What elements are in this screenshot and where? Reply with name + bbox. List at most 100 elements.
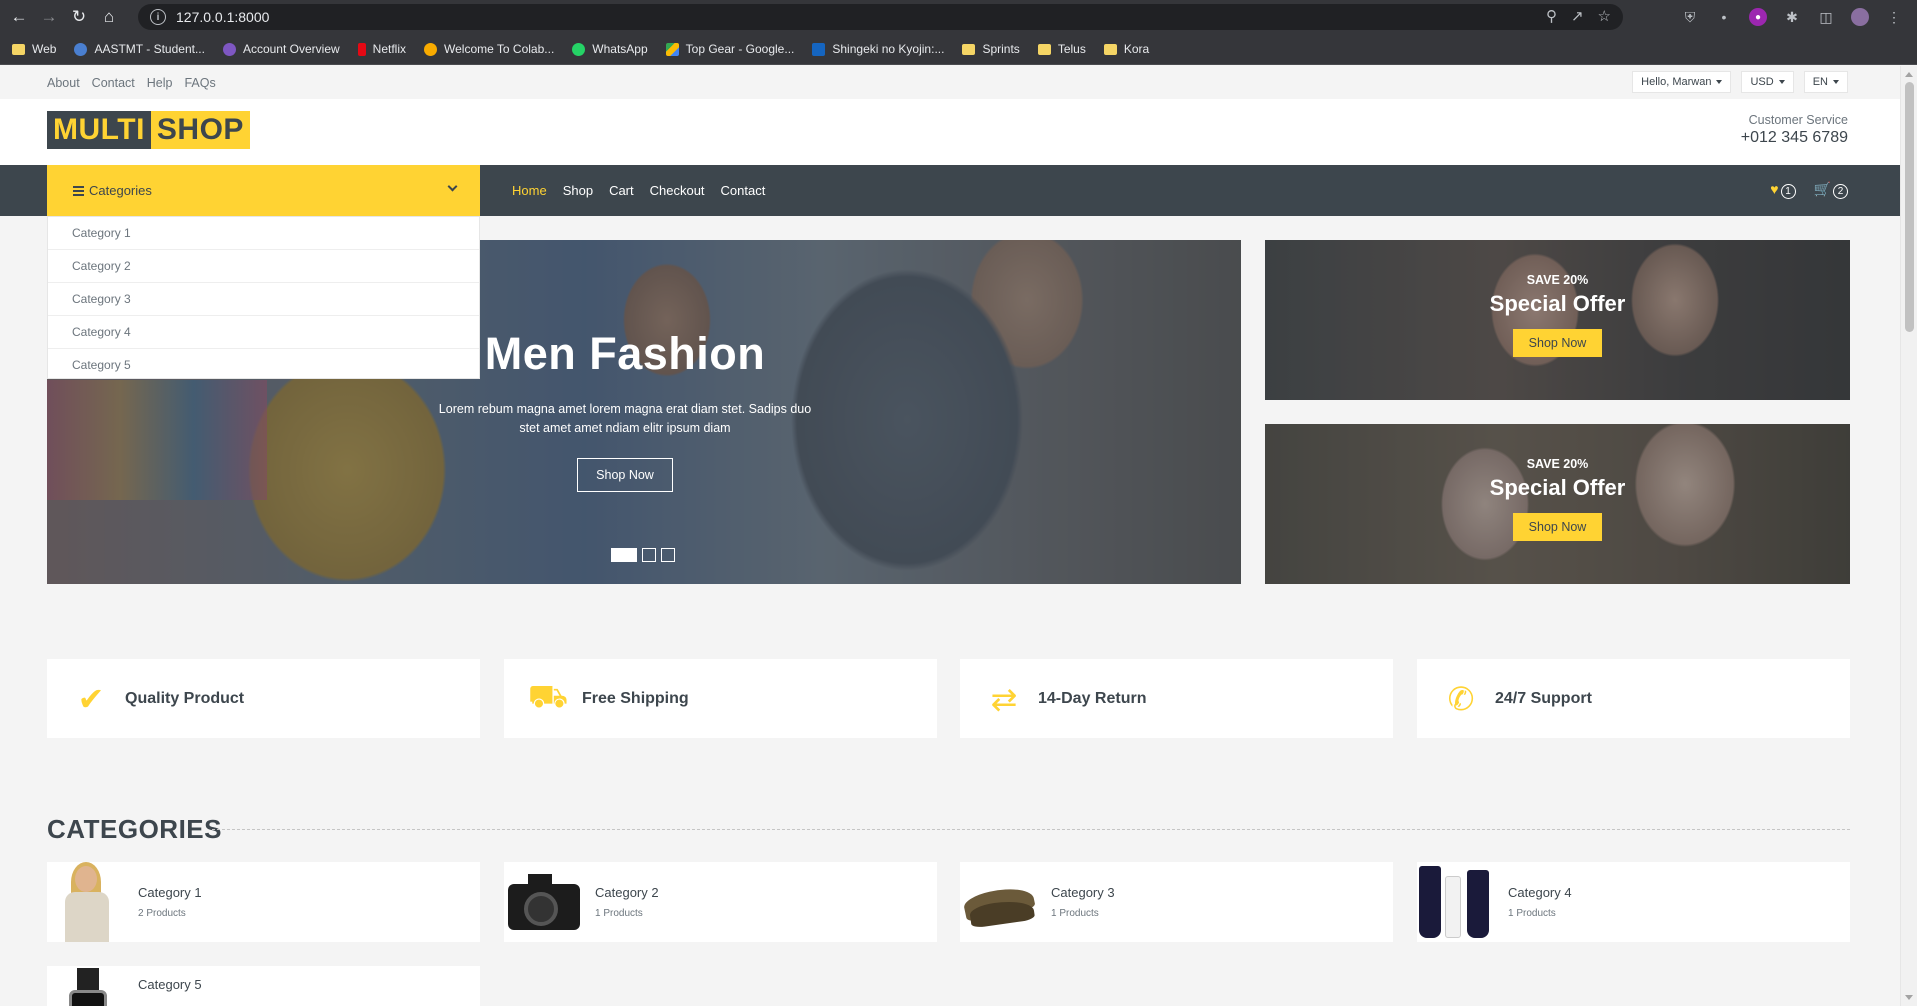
nav-link-checkout[interactable]: Checkout bbox=[650, 183, 705, 198]
page-viewport: About Contact Help FAQs Hello, Marwan US… bbox=[0, 66, 1900, 1006]
category-card[interactable]: Category 3 1 Products bbox=[960, 862, 1393, 942]
dropdown-category-item[interactable]: Category 5 bbox=[48, 349, 479, 382]
category-card[interactable]: Category 5 bbox=[47, 966, 480, 1006]
heart-icon: ♥ bbox=[1770, 181, 1779, 197]
nav-link-shop[interactable]: Shop bbox=[563, 183, 593, 198]
site-header: MULTI SHOP Customer Service +012 345 6789 bbox=[0, 99, 1900, 165]
category-thumbnail bbox=[47, 966, 127, 1006]
forward-arrow-icon[interactable]: → bbox=[34, 2, 64, 32]
bookmark-item[interactable]: WhatsApp bbox=[572, 42, 648, 56]
shopping-cart-icon: 🛒 bbox=[1813, 181, 1831, 197]
netflix-icon bbox=[357, 42, 366, 56]
nav-link-cart[interactable]: Cart bbox=[609, 183, 634, 198]
address-bar[interactable]: i 127.0.0.1:8000 ⚲ ↗ ☆ bbox=[138, 4, 1623, 30]
offer-discount: SAVE 20% bbox=[1526, 457, 1589, 471]
carousel-indicator[interactable] bbox=[661, 548, 675, 562]
top-link-faqs[interactable]: FAQs bbox=[184, 76, 215, 90]
top-link-contact[interactable]: Contact bbox=[92, 76, 135, 90]
category-product-count: 2 Products bbox=[138, 908, 186, 919]
zoom-icon[interactable]: ⚲ bbox=[1546, 7, 1557, 25]
feature-card: ⛟ Free Shipping bbox=[504, 659, 937, 738]
bookmark-item[interactable]: Sprints bbox=[962, 42, 1020, 56]
scroll-down-arrow-icon[interactable] bbox=[1905, 995, 1913, 1000]
category-name: Category 3 bbox=[1051, 885, 1115, 900]
category-thumbnail bbox=[1417, 862, 1497, 942]
category-name: Category 1 bbox=[138, 885, 202, 900]
carousel-indicator[interactable] bbox=[642, 548, 656, 562]
category-product-count: 1 Products bbox=[595, 908, 643, 919]
categories-dropdown-menu: Category 1 Category 2 Category 3 Categor… bbox=[47, 216, 480, 379]
offer-title: Special Offer bbox=[1489, 475, 1626, 500]
bookmark-item[interactable]: Account Overview bbox=[222, 42, 340, 56]
bookmark-item[interactable]: Welcome To Colab... bbox=[424, 42, 554, 56]
caret-down-icon bbox=[1778, 80, 1785, 84]
wishlist-button[interactable]: ♥ 1 bbox=[1770, 181, 1796, 199]
bookmark-star-icon[interactable]: ☆ bbox=[1598, 7, 1611, 25]
category-thumbnail bbox=[960, 862, 1040, 942]
shield-extension-icon[interactable]: ⛨ bbox=[1681, 8, 1699, 26]
bookmark-item[interactable]: Shingeki no Kyojin:... bbox=[812, 42, 944, 56]
dropdown-category-item[interactable]: Category 4 bbox=[48, 316, 479, 349]
category-thumbnail bbox=[504, 862, 584, 942]
customer-service: Customer Service +012 345 6789 bbox=[1740, 113, 1848, 146]
category-card[interactable]: Category 1 2 Products bbox=[47, 862, 480, 942]
browser-toolbar: ← → ↻ ⌂ i 127.0.0.1:8000 ⚲ ↗ ☆ ⛨ • ● ✱ ◫… bbox=[0, 0, 1917, 34]
dropdown-category-item[interactable]: Category 1 bbox=[48, 217, 479, 250]
hero-shop-now-button[interactable]: Shop Now bbox=[577, 458, 673, 492]
section-divider bbox=[212, 829, 1850, 830]
folder-icon bbox=[1037, 43, 1051, 55]
cart-button[interactable]: 🛒 2 bbox=[1814, 181, 1848, 199]
site-favicon-icon bbox=[222, 42, 236, 56]
bookmark-item[interactable]: Kora bbox=[1103, 42, 1149, 56]
scrollbar-thumb[interactable] bbox=[1905, 82, 1914, 332]
category-thumbnail bbox=[47, 862, 127, 942]
reload-icon[interactable]: ↻ bbox=[64, 2, 94, 32]
home-icon[interactable]: ⌂ bbox=[94, 2, 124, 32]
hamburger-menu-icon bbox=[73, 184, 84, 198]
back-arrow-icon[interactable]: ← bbox=[4, 2, 34, 32]
browser-menu-icon[interactable]: ⋮ bbox=[1885, 8, 1903, 26]
category-card[interactable]: Category 4 1 Products bbox=[1417, 862, 1850, 942]
nav-link-home[interactable]: Home bbox=[512, 183, 547, 198]
bookmark-item[interactable]: Top Gear - Google... bbox=[665, 42, 794, 56]
share-icon[interactable]: ↗ bbox=[1571, 7, 1584, 25]
purple-extension-icon[interactable]: ● bbox=[1749, 8, 1767, 26]
account-dropdown[interactable]: Hello, Marwan bbox=[1632, 71, 1732, 93]
caret-down-icon bbox=[1716, 80, 1723, 84]
carousel-indicator[interactable] bbox=[611, 548, 637, 562]
side-panel-icon[interactable]: ◫ bbox=[1817, 8, 1835, 26]
chevron-down-icon bbox=[447, 181, 458, 192]
top-link-help[interactable]: Help bbox=[147, 76, 173, 90]
offer-shop-now-button[interactable]: Shop Now bbox=[1512, 329, 1603, 357]
category-name: Category 2 bbox=[595, 885, 659, 900]
puzzle-extensions-icon[interactable]: ✱ bbox=[1783, 8, 1801, 26]
bookmark-item[interactable]: AASTMT - Student... bbox=[74, 42, 205, 56]
category-product-count: 1 Products bbox=[1051, 908, 1099, 919]
dropdown-category-item[interactable]: Category 3 bbox=[48, 283, 479, 316]
feature-card: ⇄ 14-Day Return bbox=[960, 659, 1393, 738]
dropdown-category-item[interactable]: Category 2 bbox=[48, 250, 479, 283]
category-product-count: 1 Products bbox=[1508, 908, 1556, 919]
scroll-up-arrow-icon[interactable] bbox=[1905, 72, 1913, 77]
categories-toggle-button[interactable]: Categories bbox=[47, 165, 480, 216]
phone-volume-icon: ✆ bbox=[1447, 680, 1475, 717]
bookmark-item[interactable]: Web bbox=[12, 42, 56, 56]
extension-dot-icon[interactable]: • bbox=[1715, 8, 1733, 26]
offer-shop-now-button[interactable]: Shop Now bbox=[1512, 513, 1603, 541]
bookmark-item[interactable]: Telus bbox=[1037, 42, 1086, 56]
currency-dropdown[interactable]: USD bbox=[1741, 71, 1794, 93]
bookmarks-bar: Web AASTMT - Student... Account Overview… bbox=[0, 34, 1917, 65]
profile-avatar[interactable] bbox=[1851, 8, 1869, 26]
bookmark-item[interactable]: Netflix bbox=[357, 42, 406, 56]
page-scrollbar[interactable] bbox=[1900, 66, 1917, 1006]
special-offer-banner: SAVE 20% Special Offer Shop Now bbox=[1265, 424, 1850, 584]
top-link-about[interactable]: About bbox=[47, 76, 80, 90]
folder-icon bbox=[962, 43, 976, 55]
site-info-icon[interactable]: i bbox=[150, 9, 166, 25]
language-dropdown[interactable]: EN bbox=[1803, 71, 1848, 93]
site-logo[interactable]: MULTI SHOP bbox=[47, 111, 250, 149]
category-card[interactable]: Category 2 1 Products bbox=[504, 862, 937, 942]
shipping-truck-icon: ⛟ bbox=[527, 678, 569, 714]
carousel-indicators bbox=[611, 548, 675, 562]
nav-link-contact[interactable]: Contact bbox=[721, 183, 766, 198]
